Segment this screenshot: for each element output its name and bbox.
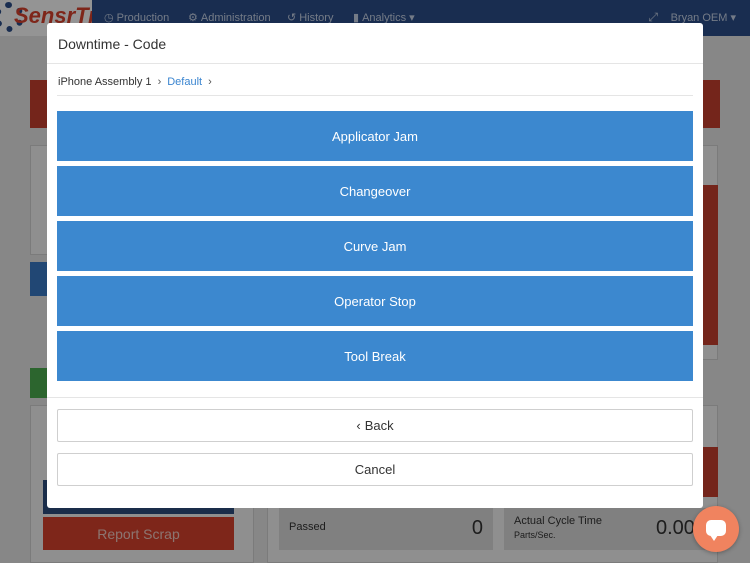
code-button-applicator-jam[interactable]: Applicator Jam — [57, 111, 693, 161]
breadcrumb: iPhone Assembly 1 › Default › — [58, 76, 218, 88]
chevron-right-icon: › — [157, 76, 162, 88]
code-button-curve-jam[interactable]: Curve Jam — [57, 221, 693, 271]
downtime-code-modal: Downtime - Code iPhone Assembly 1 › Defa… — [47, 23, 703, 508]
chat-bubble-icon — [706, 520, 726, 541]
breadcrumb-root[interactable]: iPhone Assembly 1 — [58, 76, 152, 88]
chevron-left-icon: ‹ — [356, 418, 361, 433]
header-divider — [47, 63, 703, 64]
breadcrumb-divider — [57, 95, 693, 96]
modal-title: Downtime - Code — [58, 36, 167, 52]
footer-divider — [47, 397, 703, 398]
code-button-operator-stop[interactable]: Operator Stop — [57, 276, 693, 326]
downtime-code-list: Applicator Jam Changeover Curve Jam Oper… — [57, 111, 693, 386]
code-button-changeover[interactable]: Changeover — [57, 166, 693, 216]
code-button-tool-break[interactable]: Tool Break — [57, 331, 693, 381]
back-label: Back — [364, 418, 394, 433]
chat-button[interactable] — [693, 506, 739, 552]
back-button[interactable]: ‹ Back — [57, 409, 693, 442]
chevron-right-icon: › — [208, 76, 212, 88]
cancel-button[interactable]: Cancel — [57, 453, 693, 486]
breadcrumb-current[interactable]: Default — [167, 76, 202, 88]
